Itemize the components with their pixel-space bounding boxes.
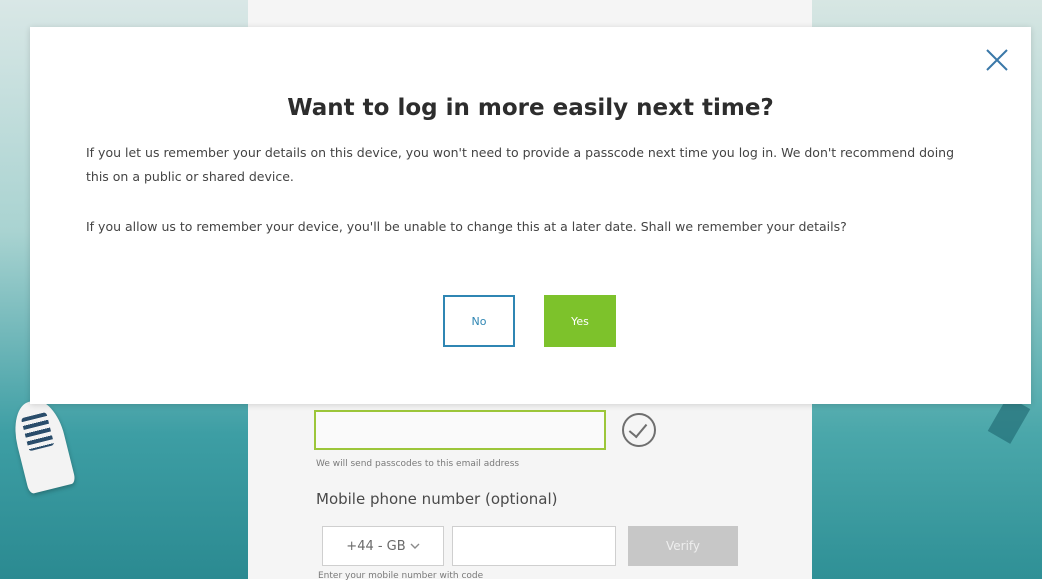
- check-icon: [622, 413, 656, 447]
- yes-button[interactable]: Yes: [544, 295, 616, 347]
- no-button[interactable]: No: [443, 295, 515, 347]
- country-code-value: +44 - GB: [346, 538, 406, 554]
- email-field[interactable]: [314, 410, 606, 450]
- phone-help-text: Enter your mobile number with code: [318, 571, 484, 581]
- phone-label: Mobile phone number (optional): [316, 490, 558, 508]
- verify-button[interactable]: Verify: [628, 526, 738, 566]
- phone-number-input[interactable]: [452, 526, 616, 566]
- close-icon: [986, 49, 1008, 71]
- country-code-select[interactable]: +44 - GB: [322, 526, 444, 566]
- chevron-down-icon: [410, 543, 420, 549]
- modal-paragraph-1: If you let us remember your details on t…: [86, 145, 955, 184]
- modal-title: Want to log in more easily next time?: [287, 95, 774, 121]
- remember-device-modal: Want to log in more easily next time? If…: [30, 27, 1031, 404]
- email-help-text: We will send passcodes to this email add…: [316, 459, 520, 469]
- close-button[interactable]: [982, 45, 1012, 75]
- modal-paragraph-2: If you allow us to remember your device,…: [86, 219, 847, 234]
